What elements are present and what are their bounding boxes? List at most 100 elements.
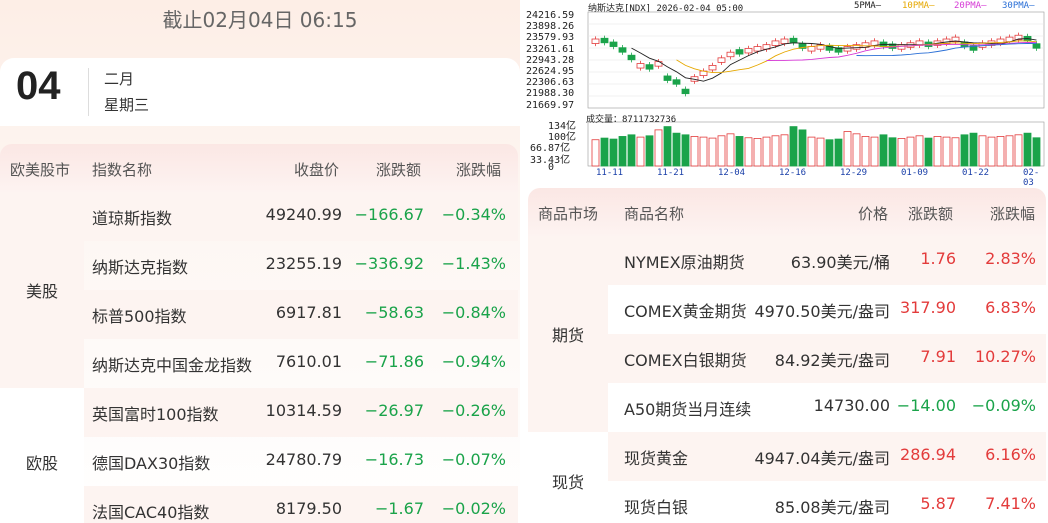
- commodity-rows: NYMEX原油期货 63.90美元/桶 1.76 2.83% COMEX黄金期货 4970…: [528, 236, 1046, 523]
- commodity-price: 4947.04美元/盎司: [754, 449, 890, 468]
- header-market: 欧美股市: [10, 161, 71, 179]
- volume-bar: [933, 136, 942, 167]
- change-pct: −0.02%: [441, 499, 506, 518]
- commodity-price: 4970.50美元/盎司: [754, 302, 890, 321]
- change-pct: 2.83%: [985, 249, 1036, 268]
- date-tick: 01-22: [962, 168, 990, 178]
- change-value: −58.63: [364, 303, 424, 322]
- volume-bar: [780, 134, 789, 167]
- volume-bar: [915, 135, 924, 167]
- volume-bar: [879, 134, 888, 167]
- candle-body: [843, 46, 852, 52]
- volume-bar: [735, 136, 744, 167]
- volume-bar: [717, 135, 726, 167]
- index-name: 标普500指数: [92, 307, 187, 326]
- candle-body: [744, 48, 753, 54]
- market-group-label: 美股: [0, 192, 84, 388]
- change-value: −14.00: [896, 396, 956, 415]
- chart-canvas: [587, 11, 1045, 167]
- change-pct: −0.34%: [441, 205, 506, 224]
- change-pct: 10.27%: [974, 347, 1036, 366]
- date-tick: 12-29: [840, 168, 868, 178]
- change-pct: −0.09%: [971, 396, 1036, 415]
- volume-bar: [744, 137, 753, 167]
- close-price: 7610.01: [275, 352, 342, 371]
- commodity-price: 14730.00: [813, 396, 890, 415]
- date-tick: 11-21: [657, 168, 685, 178]
- volume-bar: [699, 136, 708, 167]
- candle-body: [681, 88, 690, 95]
- close-price: 8179.50: [275, 499, 342, 518]
- change-value: 7.91: [920, 347, 956, 366]
- commodity-price: 84.92美元/盎司: [774, 351, 890, 370]
- volume-bar: [1032, 137, 1041, 167]
- volume-bar: [690, 136, 699, 167]
- volume-bar: [834, 138, 843, 167]
- candle-body: [627, 54, 636, 61]
- change-value: −26.97: [364, 401, 424, 420]
- date-tick: 11-11: [596, 168, 624, 178]
- close-price: 10314.59: [265, 401, 342, 420]
- date-tick: 01-09: [901, 168, 929, 178]
- candle-body: [708, 65, 717, 71]
- change-pct: −0.84%: [441, 303, 506, 322]
- candle-body: [753, 46, 762, 52]
- date-tick: 12-04: [718, 168, 746, 178]
- header-change: 涨跌额: [908, 205, 954, 223]
- commodity-name: NYMEX原油期货: [624, 253, 745, 272]
- volume-bar: [906, 136, 915, 167]
- candle-body: [1032, 43, 1041, 49]
- volume-bar: [618, 136, 627, 167]
- candle-body: [897, 44, 906, 50]
- volume-bar: [897, 138, 906, 167]
- commodity-name: 现货黄金: [624, 449, 689, 468]
- change-value: −336.92: [354, 254, 424, 273]
- market-group-label: 欧股: [0, 388, 84, 523]
- volume-bar: [654, 129, 663, 167]
- candle-body: [645, 64, 654, 70]
- header-pct: 涨跌幅: [456, 161, 502, 179]
- volume-bar: [681, 134, 690, 167]
- header-name: 指数名称: [92, 161, 153, 179]
- header-market: 商品市场: [538, 205, 599, 223]
- weekday-label: 星期三: [104, 96, 150, 114]
- close-price: 6917.81: [275, 303, 342, 322]
- volume-bar: [753, 138, 762, 167]
- volume-bar: [708, 137, 717, 167]
- change-value: −166.67: [354, 205, 424, 224]
- volume-bar: [1023, 132, 1032, 167]
- header-name: 商品名称: [624, 205, 685, 223]
- day-number: 04: [16, 64, 61, 108]
- commodity-table-header: 商品市场 商品名称 价格 涨跌额 涨跌幅: [528, 188, 1046, 236]
- date-tick: 02-03: [1023, 168, 1040, 188]
- volume-bar: [789, 126, 798, 167]
- table-header: 欧美股市 指数名称 收盘价 涨跌额 涨跌幅: [0, 144, 518, 192]
- index-name: 德国DAX30指数: [92, 454, 211, 473]
- volume-bar: [726, 133, 735, 167]
- volume-bar: [987, 136, 996, 167]
- index-name: 纳斯达克指数: [92, 258, 189, 277]
- change-pct: 6.83%: [985, 298, 1036, 317]
- candle-body: [636, 63, 645, 69]
- volume-bar: [645, 135, 654, 167]
- candle-body: [672, 79, 681, 85]
- volume-bar: [1014, 134, 1023, 167]
- candle-body: [789, 37, 798, 44]
- volume-bar: [852, 133, 861, 167]
- volume-bar: [807, 136, 816, 167]
- close-price: 49240.99: [265, 205, 342, 224]
- volume-tick: 0: [548, 161, 555, 173]
- volume-bar: [888, 137, 897, 167]
- candle-body: [663, 75, 672, 81]
- candle-body: [717, 57, 726, 63]
- candle-body: [618, 47, 627, 53]
- commodity-name: COMEX黄金期货: [624, 302, 747, 321]
- nasdaq-kline-chart: 纳斯达克[NDX] 2026-02-04 05:00 5PMA— 10PMA— …: [524, 0, 1048, 188]
- change-value: 317.90: [900, 298, 956, 317]
- candle-body: [807, 46, 816, 52]
- commodity-price: 85.08美元/盎司: [774, 498, 890, 517]
- volume-bar: [600, 137, 609, 167]
- volume-bar: [996, 136, 1005, 167]
- candle-body: [780, 38, 789, 44]
- volume-bar: [825, 139, 834, 167]
